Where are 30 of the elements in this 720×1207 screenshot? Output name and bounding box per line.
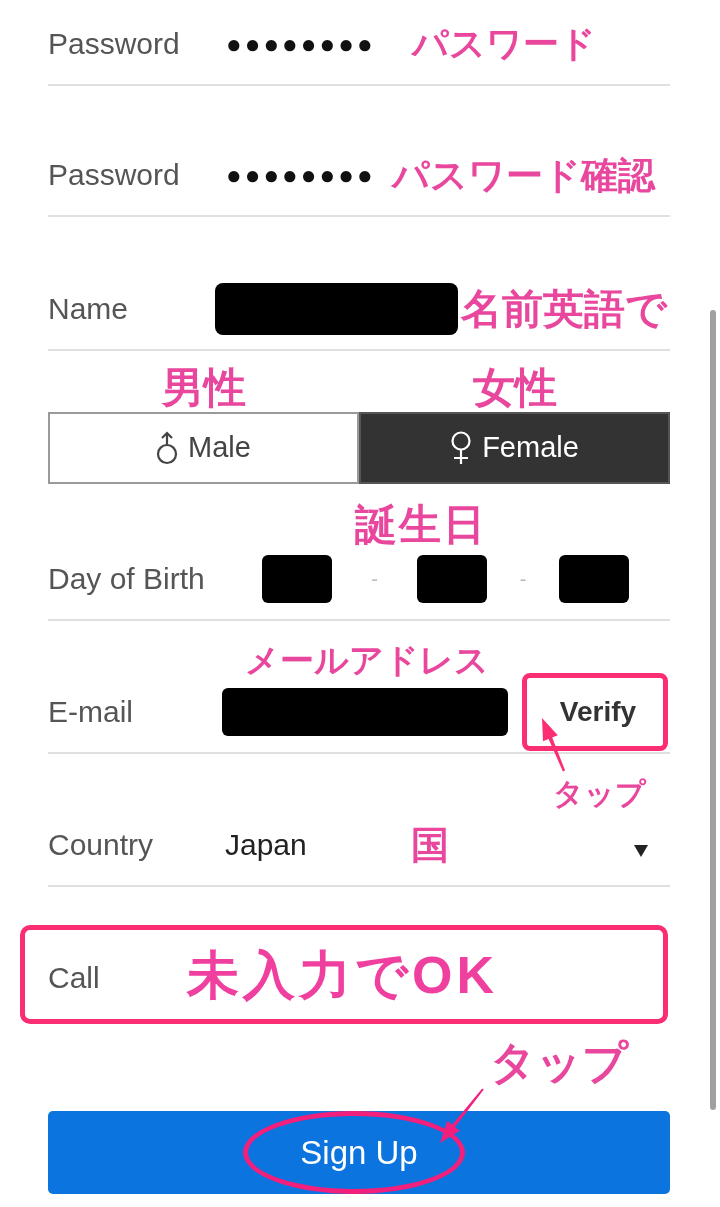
field-label: E-mail — [48, 697, 134, 727]
field-label: Call — [48, 962, 101, 993]
annotation-text: 男性 — [161, 367, 246, 409]
annotation-text: 女性 — [472, 367, 557, 409]
gender-button[interactable]: Male — [48, 412, 359, 484]
verify-button[interactable]: Verify — [522, 673, 668, 751]
gender-button[interactable]: Female — [359, 412, 670, 484]
field-label: Password — [48, 29, 181, 59]
dropdown-caret-icon[interactable] — [634, 845, 648, 857]
female-symbol-icon — [450, 431, 473, 465]
male-symbol-icon — [156, 431, 179, 465]
annotation-text: タップ — [490, 1040, 628, 1085]
field-label: Password — [48, 160, 181, 190]
annotation-text: メールアドレス — [245, 643, 489, 677]
country-select[interactable]: Japan — [225, 830, 307, 860]
annotation-text: 名前英語で — [461, 288, 667, 330]
sign-up-button[interactable]: Sign Up — [48, 1111, 670, 1194]
date-separator: - — [519, 569, 527, 589]
date-separator: - — [371, 569, 378, 589]
annotation-text: 未入力でOK — [187, 948, 498, 1001]
annotation-text: タップ — [553, 779, 646, 809]
field-label: Day of Birth — [48, 564, 206, 594]
annotation-text: 誕生日 — [355, 504, 487, 546]
field-label: Country — [48, 830, 155, 860]
annotation-text: パスワード — [411, 26, 596, 62]
password-field[interactable]: ●●●●●●●● — [226, 162, 376, 188]
annotation-text: 国 — [410, 826, 449, 864]
password-field[interactable]: ●●●●●●●● — [226, 31, 376, 57]
annotation-text: パスワード確認 — [391, 156, 655, 194]
field-label: Name — [48, 294, 130, 324]
